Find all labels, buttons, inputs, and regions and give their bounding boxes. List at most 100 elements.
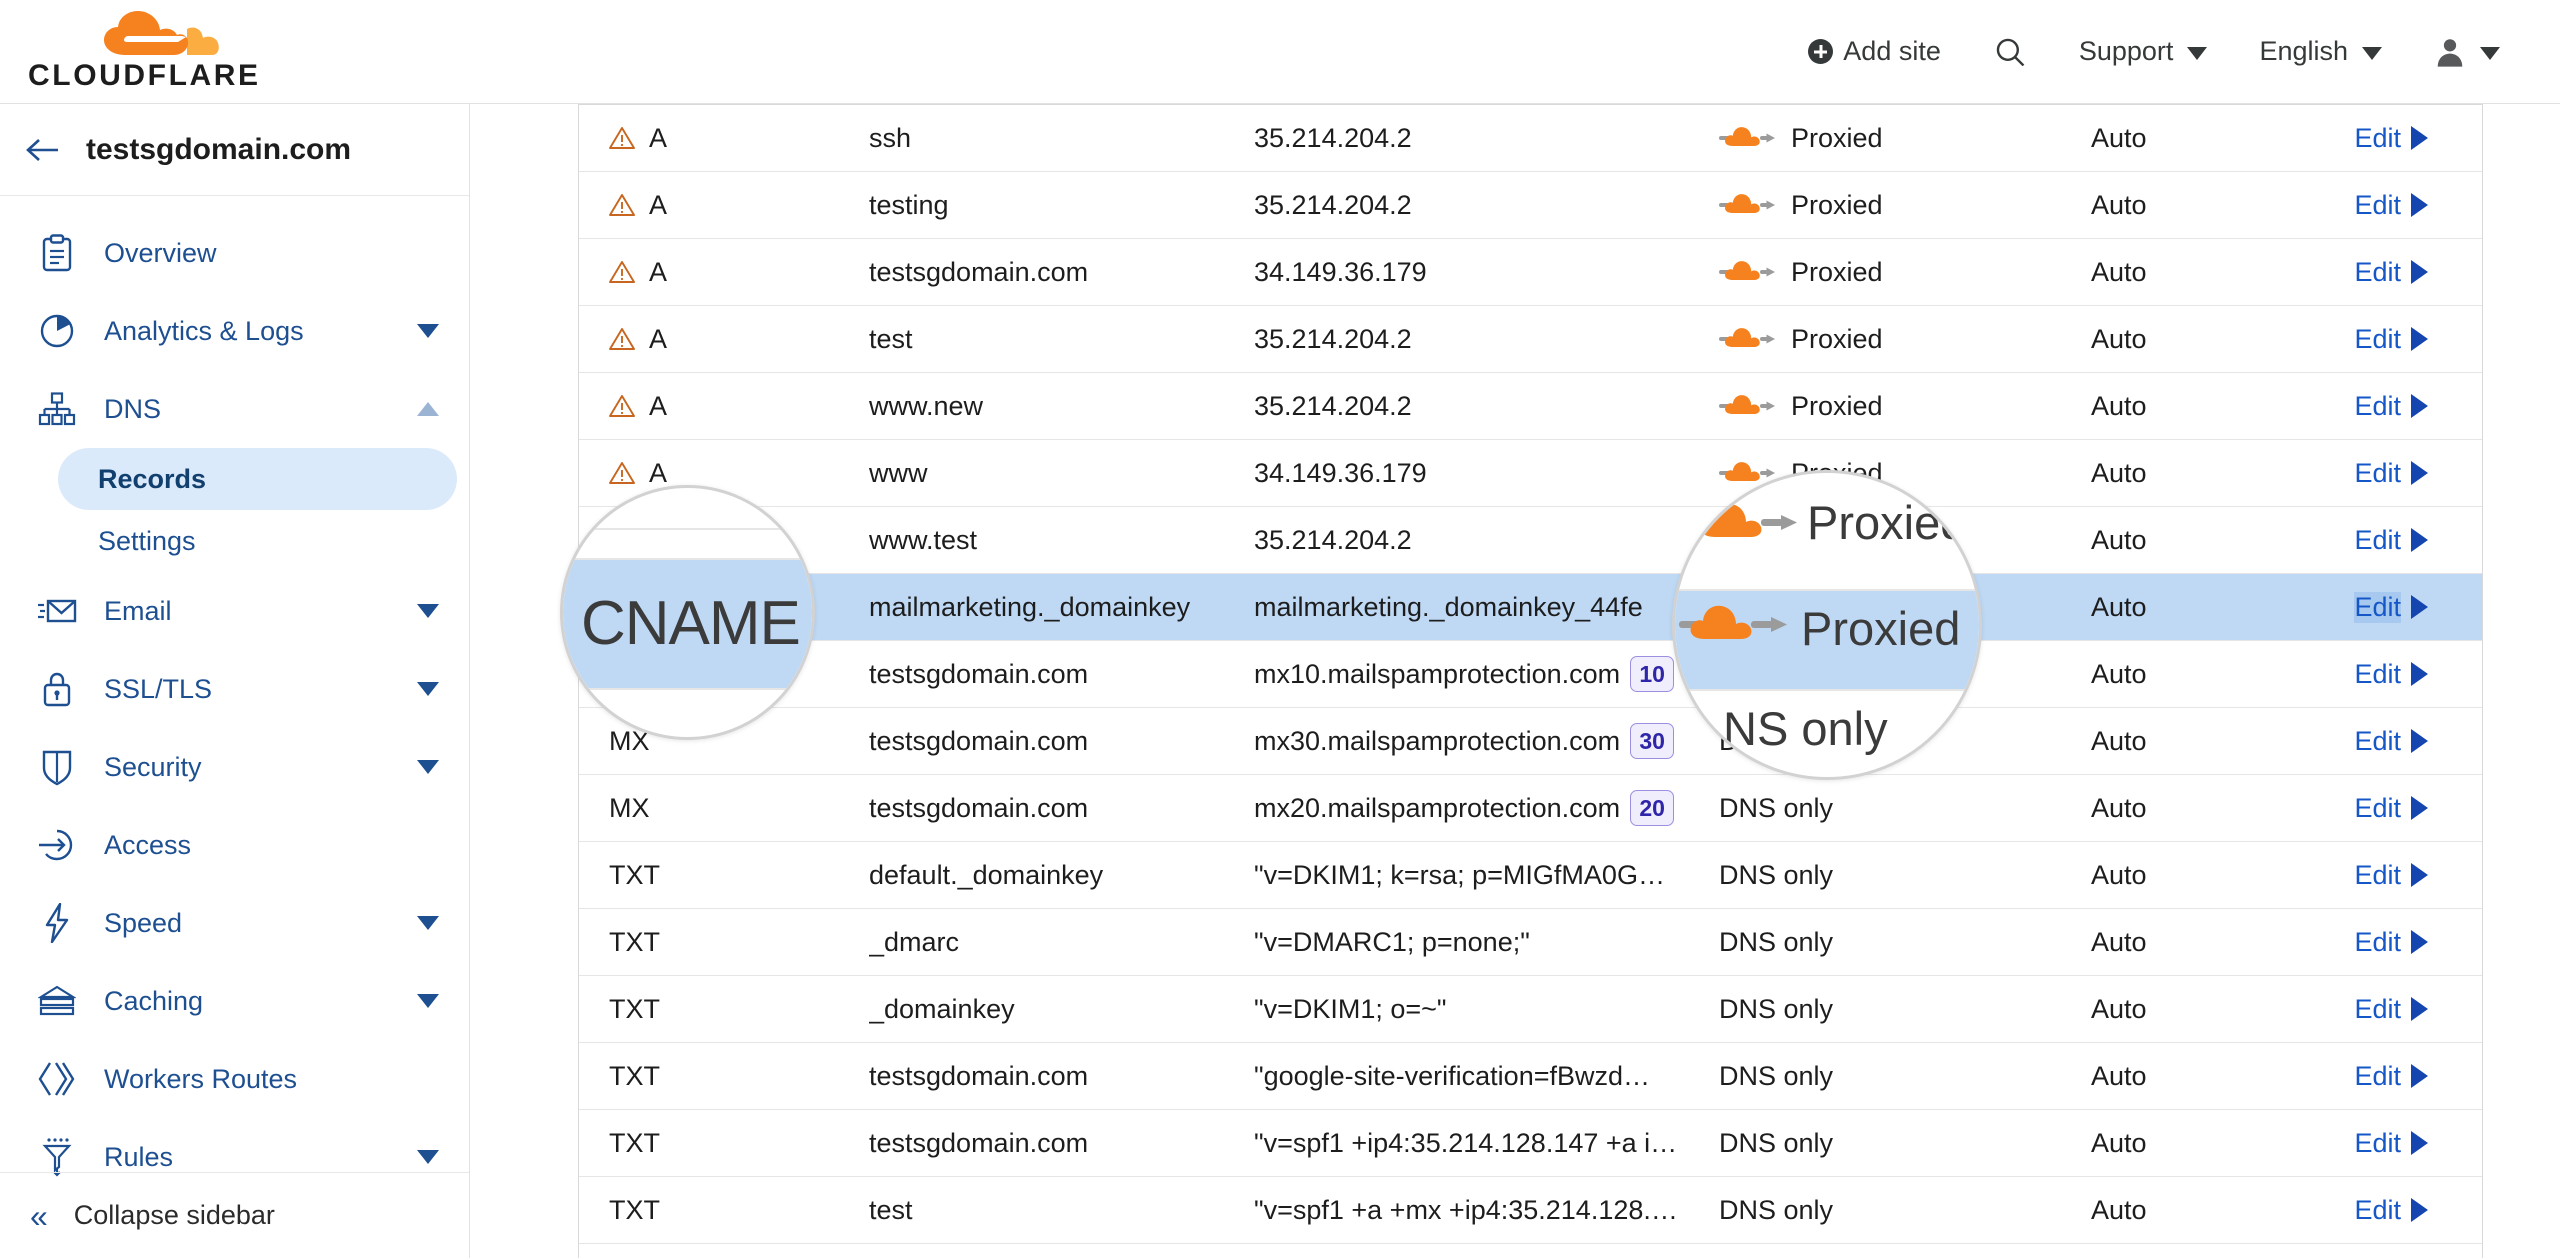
edit-record-link[interactable]: Edit: [2354, 190, 2401, 221]
record-edit-cell[interactable]: Edit: [2311, 591, 2482, 623]
edit-record-link[interactable]: Edit: [2354, 659, 2401, 690]
proxied-cloud-icon[interactable]: [1719, 392, 1775, 420]
edit-record-link[interactable]: Edit: [2354, 860, 2401, 891]
sidebar-item-access[interactable]: Access: [0, 806, 469, 884]
edit-record-link[interactable]: Edit: [2354, 1195, 2401, 1226]
proxy-status-cell[interactable]: Proxied: [1719, 391, 2091, 422]
table-row[interactable]: TXT _dmarc "v=DMARC1; p=none;" DNS only …: [579, 909, 2482, 976]
edit-record-link[interactable]: Edit: [2354, 525, 2401, 556]
proxy-status-cell[interactable]: DNS only: [1719, 1061, 2091, 1092]
chevron-down-icon[interactable]: [417, 324, 439, 338]
sidebar-item-settings[interactable]: Settings: [58, 510, 457, 572]
cloudflare-logo[interactable]: CLOUDFLARE: [28, 10, 261, 93]
edit-record-link[interactable]: Edit: [2354, 927, 2401, 958]
proxy-status-cell[interactable]: DNS only: [1719, 1128, 2091, 1159]
proxied-cloud-icon[interactable]: [1719, 124, 1775, 152]
record-edit-cell[interactable]: Edit: [2311, 860, 2482, 891]
edit-record-link[interactable]: Edit: [2354, 324, 2401, 355]
sidebar-item-email[interactable]: Email: [0, 572, 469, 650]
collapse-sidebar-button[interactable]: « Collapse sidebar: [0, 1172, 469, 1258]
edit-record-link[interactable]: Edit: [2354, 458, 2401, 489]
chevron-up-icon[interactable]: [417, 402, 439, 416]
edit-record-link[interactable]: Edit: [2354, 1061, 2401, 1092]
proxy-status-cell[interactable]: Proxied: [1719, 123, 2091, 154]
account-menu[interactable]: [2408, 25, 2526, 79]
edit-record-link[interactable]: Edit: [2354, 391, 2401, 422]
table-row[interactable]: CNAME mailmarketing._domainkey mailmarke…: [579, 574, 2482, 641]
record-edit-cell[interactable]: Edit: [2311, 994, 2482, 1025]
sidebar-item-dns[interactable]: DNS: [0, 370, 469, 448]
sidebar-item-analytics-and-logs[interactable]: Analytics & Logs: [0, 292, 469, 370]
language-menu[interactable]: English: [2233, 26, 2408, 77]
proxied-cloud-icon[interactable]: [1719, 258, 1775, 286]
table-row[interactable]: MX testsgdomain.com mx30.mailspamprotect…: [579, 708, 2482, 775]
sidebar-domain-header[interactable]: testsgdomain.com: [0, 104, 469, 196]
sidebar-item-caching[interactable]: Caching: [0, 962, 469, 1040]
table-row[interactable]: TXT test "v=spf1 +a +mx +ip4:35.214.128.…: [579, 1177, 2482, 1244]
proxy-status-cell[interactable]: DNS only: [1719, 860, 2091, 891]
add-site-button[interactable]: Add site: [1782, 26, 1967, 77]
table-row[interactable]: TXT _domainkey "v=DKIM1; o=~" DNS only A…: [579, 976, 2482, 1043]
table-row[interactable]: MX testsgdomain.com mx10.mailspamprotect…: [579, 641, 2482, 708]
table-row[interactable]: A ssh 35.214.204.2 Proxied Auto Edit: [579, 105, 2482, 172]
sidebar-item-records[interactable]: Records: [58, 448, 457, 510]
sidebar-item-speed[interactable]: Speed: [0, 884, 469, 962]
record-edit-cell[interactable]: Edit: [2311, 659, 2482, 690]
record-edit-cell[interactable]: Edit: [2311, 257, 2482, 288]
edit-record-link[interactable]: Edit: [2354, 257, 2401, 288]
table-row[interactable]: TXT default._domainkey "v=DKIM1; k=rsa; …: [579, 842, 2482, 909]
table-row[interactable]: A www.new 35.214.204.2 Proxied Auto Edit: [579, 373, 2482, 440]
chevron-down-icon[interactable]: [417, 604, 439, 618]
record-edit-cell[interactable]: Edit: [2311, 525, 2482, 556]
sidebar-item-ssl-tls[interactable]: SSL/TLS: [0, 650, 469, 728]
table-row[interactable]: A test 35.214.204.2 Proxied Auto Edit: [579, 306, 2482, 373]
sidebar-item-security[interactable]: Security: [0, 728, 469, 806]
table-row[interactable]: A testsgdomain.com 34.149.36.179 Proxied…: [579, 239, 2482, 306]
edit-record-link[interactable]: Edit: [2354, 793, 2401, 824]
edit-record-link[interactable]: Edit: [2354, 123, 2401, 154]
record-edit-cell[interactable]: Edit: [2311, 324, 2482, 355]
table-row[interactable]: TXT testsgdomain.com "v=spf1 +ip4:35.214…: [579, 1110, 2482, 1177]
edit-record-link[interactable]: Edit: [2354, 1128, 2401, 1159]
table-row[interactable]: TXT testsgdomain.com "google-site-verifi…: [579, 1043, 2482, 1110]
record-edit-cell[interactable]: Edit: [2311, 793, 2482, 824]
chevron-down-icon[interactable]: [417, 994, 439, 1008]
sidebar-item-workers-routes[interactable]: Workers Routes: [0, 1040, 469, 1118]
proxy-status-cell[interactable]: DNS only: [1719, 1195, 2091, 1226]
proxy-status-cell[interactable]: Proxied: [1719, 257, 2091, 288]
proxy-status-cell[interactable]: Proxied: [1719, 324, 2091, 355]
record-edit-cell[interactable]: Edit: [2311, 458, 2482, 489]
edit-record-link[interactable]: Edit: [2354, 994, 2401, 1025]
record-edit-cell[interactable]: Edit: [2311, 123, 2482, 154]
edit-record-link[interactable]: Edit: [2354, 726, 2401, 757]
record-edit-cell[interactable]: Edit: [2311, 391, 2482, 422]
chevron-down-icon[interactable]: [417, 760, 439, 774]
proxy-status-cell[interactable]: DNS only: [1719, 927, 2091, 958]
record-edit-cell[interactable]: Edit: [2311, 927, 2482, 958]
proxy-status-cell[interactable]: DNS only: [1719, 994, 2091, 1025]
record-edit-cell[interactable]: Edit: [2311, 726, 2482, 757]
table-row[interactable]: CNAME www.test 35.214.204.2 Proxied Auto…: [579, 507, 2482, 574]
back-arrow-icon[interactable]: [26, 137, 60, 163]
record-ttl-cell: Auto: [2091, 256, 2147, 287]
proxy-status-cell[interactable]: Proxied: [1719, 190, 2091, 221]
proxied-cloud-icon[interactable]: [1719, 325, 1775, 353]
sidebar-item-overview[interactable]: Overview: [0, 214, 469, 292]
proxied-cloud-icon[interactable]: [1719, 191, 1775, 219]
chevron-right-icon: [2411, 729, 2428, 753]
record-content-cell: "v=spf1 +a +mx +ip4:35.214.128.…: [1254, 1195, 1719, 1226]
record-edit-cell[interactable]: Edit: [2311, 1195, 2482, 1226]
proxy-status-cell[interactable]: DNS only: [1719, 793, 2091, 824]
chevron-down-icon[interactable]: [417, 1150, 439, 1164]
table-row[interactable]: A testing 35.214.204.2 Proxied Auto Edit: [579, 172, 2482, 239]
search-button[interactable]: [1967, 25, 2053, 79]
edit-record-link[interactable]: Edit: [2354, 591, 2401, 623]
record-edit-cell[interactable]: Edit: [2311, 1061, 2482, 1092]
record-edit-cell[interactable]: Edit: [2311, 1128, 2482, 1159]
support-menu[interactable]: Support: [2053, 26, 2234, 77]
chevron-down-icon[interactable]: [417, 916, 439, 930]
record-edit-cell[interactable]: Edit: [2311, 190, 2482, 221]
chevron-down-icon[interactable]: [417, 682, 439, 696]
table-row[interactable]: A www 34.149.36.179 Proxied Auto Edit: [579, 440, 2482, 507]
table-row[interactable]: MX testsgdomain.com mx20.mailspamprotect…: [579, 775, 2482, 842]
